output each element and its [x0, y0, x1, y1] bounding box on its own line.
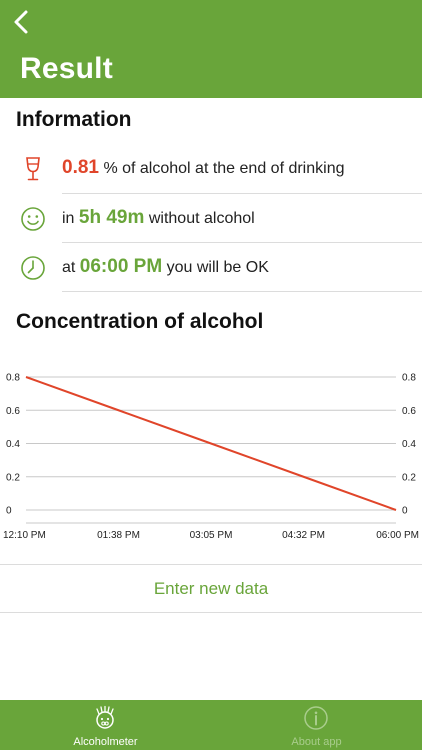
- x-tick-label: 06:00 PM: [376, 530, 419, 541]
- y-tick-label-left: 0.8: [6, 373, 20, 384]
- divider: [62, 291, 422, 292]
- y-tick-label-right: 0.8: [402, 373, 416, 384]
- divider: [0, 612, 422, 613]
- smiley-icon: [21, 207, 45, 231]
- y-tick-label-left: 0.2: [6, 472, 20, 483]
- time-prefix: in: [62, 210, 75, 227]
- tab-about-app[interactable]: About app: [211, 700, 422, 750]
- info-text: at 06:00 PM you will be OK: [62, 256, 269, 278]
- y-tick-label-left: 0.6: [6, 406, 20, 417]
- alcohol-concentration-chart: 0.8 0.8 0.6 0.6 0.4 0.4 0.2 0.2 0 0 12:10 PM 01:38 …: [3, 373, 419, 542]
- ok-time-value: 06:00 PM: [79, 256, 163, 277]
- y-tick-label-right: 0.6: [402, 406, 416, 417]
- time-without-alcohol-value: 5h 49m: [78, 207, 145, 228]
- y-tick-label-right: 0.2: [402, 472, 416, 483]
- ok-time-caption: you will be OK: [166, 259, 269, 276]
- chart-heading: Concentration of alcohol: [16, 310, 264, 333]
- tab-label: About app: [291, 736, 342, 748]
- y-tick-label-left: 0: [6, 506, 12, 517]
- x-tick-label: 04:32 PM: [282, 530, 325, 541]
- alcoholmeter-face-icon: [96, 705, 114, 729]
- wine-glass-icon: [26, 157, 40, 181]
- x-tick-label: 12:10 PM: [3, 530, 46, 541]
- y-tick-label-right: 0: [402, 506, 408, 517]
- x-tick-label: 03:05 PM: [190, 530, 233, 541]
- info-row-time-without-alcohol: in 5h 49m without alcohol: [0, 194, 422, 242]
- tab-alcoholmeter[interactable]: Alcoholmeter: [0, 700, 211, 750]
- x-tick-label: 01:38 PM: [97, 530, 140, 541]
- time-without-alcohol-caption: without alcohol: [148, 210, 255, 227]
- nav-header: Result: [0, 0, 422, 98]
- ok-time-prefix: at: [62, 259, 76, 276]
- info-row-ok-time: at 06:00 PM you will be OK: [0, 243, 422, 291]
- back-arrow-icon[interactable]: [8, 8, 36, 36]
- page-title: Result: [20, 52, 113, 85]
- alcohol-percent-value: 0.81: [62, 157, 99, 178]
- information-heading: Information: [16, 108, 132, 131]
- info-row-alcohol-percent: 0.81 % of alcohol at the end of drinking: [0, 144, 422, 192]
- enter-new-data-button[interactable]: Enter new data: [0, 565, 422, 612]
- y-tick-label-right: 0.4: [402, 439, 416, 450]
- info-text: 0.81 % of alcohol at the end of drinking: [62, 157, 344, 179]
- alcohol-percent-caption: % of alcohol at the end of drinking: [103, 160, 345, 177]
- clock-icon: [21, 256, 45, 280]
- info-icon: [304, 706, 328, 730]
- tab-bar: Alcoholmeter About app: [0, 700, 422, 750]
- info-text: in 5h 49m without alcohol: [62, 207, 255, 229]
- y-tick-label-left: 0.4: [6, 439, 20, 450]
- tab-label: Alcoholmeter: [73, 736, 138, 748]
